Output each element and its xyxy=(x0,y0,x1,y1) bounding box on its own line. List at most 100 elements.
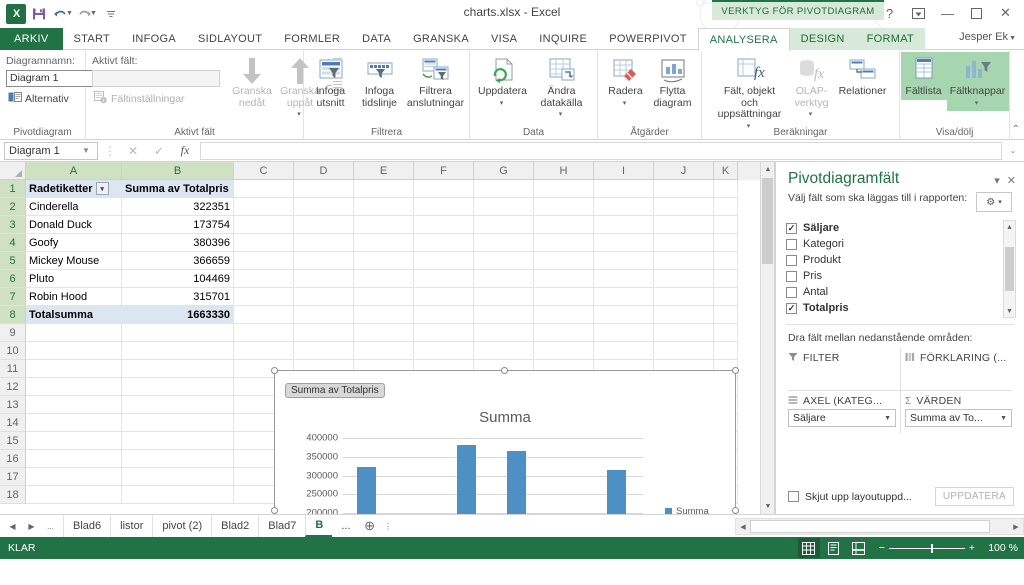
zone-values[interactable]: Σ VÄRDEN Summa av To... ▼ xyxy=(900,391,1016,433)
cell-b15[interactable] xyxy=(122,432,234,450)
zone-axis-item-saljare[interactable]: Säljare ▼ xyxy=(788,409,896,427)
cell-a5[interactable]: Mickey Mouse xyxy=(26,252,122,270)
cell-i6[interactable] xyxy=(594,270,654,288)
cell-i10[interactable] xyxy=(594,342,654,360)
insert-slicer-button[interactable]: Infoga utsnitt xyxy=(307,52,355,111)
sheet-tab-overflow[interactable]: ... xyxy=(332,515,359,537)
zoom-in-button[interactable]: + xyxy=(969,542,975,554)
cell-f7[interactable] xyxy=(414,288,474,306)
cell-k5[interactable] xyxy=(714,252,738,270)
vertical-scrollbar-thumb[interactable] xyxy=(762,178,773,264)
cell-a11[interactable] xyxy=(26,360,122,378)
sheet-tab-blad6[interactable]: Blad6 xyxy=(63,515,110,537)
cell-b6[interactable]: 104469 xyxy=(122,270,234,288)
cell-a9[interactable] xyxy=(26,324,122,342)
tab-analysera[interactable]: ANALYSERA xyxy=(697,28,790,51)
cancel-formula-icon[interactable]: ✕ xyxy=(122,144,144,158)
row-header-11[interactable]: 11 xyxy=(0,360,26,378)
help-icon[interactable]: ? xyxy=(875,2,904,24)
tab-format[interactable]: FORMAT xyxy=(855,28,926,50)
field-checkbox-antal[interactable] xyxy=(786,286,797,298)
field-list[interactable]: ✓ Säljare Kategori Produkt Pris Antal ✓ … xyxy=(786,220,1016,318)
cell-b10[interactable] xyxy=(122,342,234,360)
cell-b14[interactable] xyxy=(122,414,234,432)
expand-formula-bar-icon[interactable]: ⌄ xyxy=(1006,146,1020,155)
field-checkbox-pris[interactable] xyxy=(786,270,797,282)
zoom-slider-track[interactable] xyxy=(888,543,965,553)
cell-i9[interactable] xyxy=(594,324,654,342)
restore-button[interactable] xyxy=(962,2,991,24)
cell-j5[interactable] xyxy=(654,252,714,270)
row-header-16[interactable]: 16 xyxy=(0,450,26,468)
cell-g2[interactable] xyxy=(474,198,534,216)
cell-a18[interactable] xyxy=(26,486,122,504)
name-box[interactable]: Diagram 1 ▼ xyxy=(4,141,98,160)
cell-k8[interactable] xyxy=(714,306,738,324)
update-button[interactable]: UPPDATERA xyxy=(934,487,1014,506)
column-header-b[interactable]: B xyxy=(122,162,234,180)
tab-visa[interactable]: VISA xyxy=(480,28,528,50)
cell-e6[interactable] xyxy=(354,270,414,288)
sheet-nav-prev-icon[interactable]: ◀ xyxy=(4,517,21,535)
pane-close-icon[interactable]: ✕ xyxy=(1007,174,1016,187)
cell-h9[interactable] xyxy=(534,324,594,342)
row-header-15[interactable]: 15 xyxy=(0,432,26,450)
row-header-1[interactable]: 1 xyxy=(0,180,26,198)
cell-k1[interactable] xyxy=(714,180,738,198)
resize-handle-nw[interactable] xyxy=(271,367,278,374)
field-item-saljare[interactable]: ✓ Säljare xyxy=(786,220,1016,236)
cell-b9[interactable] xyxy=(122,324,234,342)
resize-handle-w[interactable] xyxy=(271,507,278,514)
field-checkbox-totalpris[interactable]: ✓ xyxy=(786,302,797,314)
cell-f5[interactable] xyxy=(414,252,474,270)
cell-d9[interactable] xyxy=(294,324,354,342)
page-layout-icon[interactable] xyxy=(823,538,845,558)
tab-infoga[interactable]: INFOGA xyxy=(121,28,187,50)
cell-d5[interactable] xyxy=(294,252,354,270)
cell-a4[interactable]: Goofy xyxy=(26,234,122,252)
zoom-level[interactable]: 100 % xyxy=(984,542,1018,554)
row-header-6[interactable]: 6 xyxy=(0,270,26,288)
cell-b18[interactable] xyxy=(122,486,234,504)
row-header-9[interactable]: 9 xyxy=(0,324,26,342)
cell-g4[interactable] xyxy=(474,234,534,252)
zone-values-item-dropdown-icon[interactable]: ▼ xyxy=(1000,415,1007,422)
cell-b4[interactable]: 380396 xyxy=(122,234,234,252)
pane-options-icon[interactable]: ▾ xyxy=(994,174,1000,187)
olap-tools-button[interactable]: fx OLAP-verktyg ▾ xyxy=(789,52,835,123)
cell-d2[interactable] xyxy=(294,198,354,216)
cell-g3[interactable] xyxy=(474,216,534,234)
cell-c9[interactable] xyxy=(234,324,294,342)
cell-b7[interactable]: 315701 xyxy=(122,288,234,306)
zone-filter-box[interactable] xyxy=(788,366,896,384)
cell-i7[interactable] xyxy=(594,288,654,306)
cell-c10[interactable] xyxy=(234,342,294,360)
field-item-produkt[interactable]: Produkt xyxy=(786,252,1016,268)
cell-d6[interactable] xyxy=(294,270,354,288)
cell-a6[interactable]: Pluto xyxy=(26,270,122,288)
sheet-tab-pivot-2[interactable]: pivot (2) xyxy=(152,515,211,537)
normal-view-icon[interactable] xyxy=(797,538,820,558)
row-header-10[interactable]: 10 xyxy=(0,342,26,360)
cell-g9[interactable] xyxy=(474,324,534,342)
zoom-out-button[interactable]: − xyxy=(879,542,885,554)
scroll-down-button[interactable]: ▼ xyxy=(761,499,774,514)
field-buttons-dropdown-icon[interactable]: ▾ xyxy=(975,98,979,110)
cell-h1[interactable] xyxy=(534,180,594,198)
cell-g10[interactable] xyxy=(474,342,534,360)
cell-e9[interactable] xyxy=(354,324,414,342)
cell-e1[interactable] xyxy=(354,180,414,198)
cell-f8[interactable] xyxy=(414,306,474,324)
cell-k7[interactable] xyxy=(714,288,738,306)
change-data-source-dropdown-icon[interactable]: ▾ xyxy=(559,109,563,121)
tab-design[interactable]: DESIGN xyxy=(789,28,856,50)
column-header-g[interactable]: G xyxy=(474,162,534,180)
row-header-13[interactable]: 13 xyxy=(0,396,26,414)
cell-c6[interactable] xyxy=(234,270,294,288)
cell-i1[interactable] xyxy=(594,180,654,198)
bar-mickey-mouse[interactable] xyxy=(507,450,526,514)
cell-b3[interactable]: 173754 xyxy=(122,216,234,234)
horizontal-scrollbar[interactable]: ◀ ▶ xyxy=(735,518,1024,535)
clear-dropdown-icon[interactable]: ▾ xyxy=(623,98,627,110)
tab-data[interactable]: DATA xyxy=(351,28,402,50)
